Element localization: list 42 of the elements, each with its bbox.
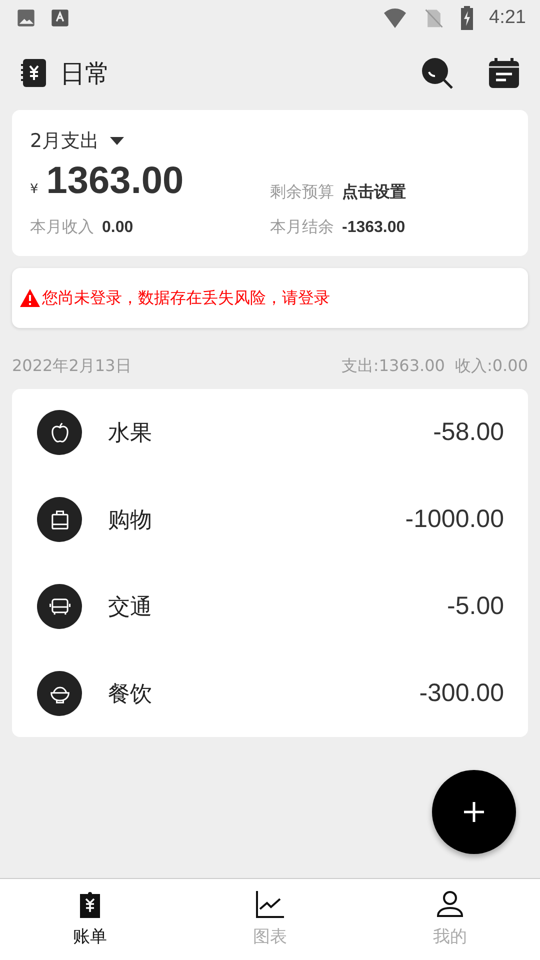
category-name: 交通 xyxy=(108,594,153,622)
status-time: 4:21 xyxy=(489,7,526,29)
entry-amount: -5.00 xyxy=(447,592,504,621)
budget-label: 剩余预算 xyxy=(270,182,334,203)
category-name: 购物 xyxy=(108,506,153,534)
dropdown-caret-icon xyxy=(109,136,126,146)
day-income: 收入:0.00 xyxy=(454,356,528,377)
day-date: 2022年2月13日 xyxy=(12,356,132,377)
entry-amount: -300.00 xyxy=(419,679,504,708)
expense-amount: 1363.00 xyxy=(46,160,184,203)
battery-charging-icon xyxy=(459,5,476,31)
category-name: 餐饮 xyxy=(108,680,153,708)
entry-row[interactable]: 水果 -58.00 xyxy=(12,389,528,476)
page-title: 日常 xyxy=(60,58,111,90)
line-chart-icon xyxy=(255,889,285,919)
currency-symbol: ¥ xyxy=(30,182,38,197)
add-button[interactable] xyxy=(432,770,516,854)
keyboard-icon xyxy=(50,8,70,28)
day-expense: 支出:1363.00 xyxy=(341,356,445,377)
login-warning-text: 您尚未登录，数据存在丢失风险，请登录 xyxy=(42,288,330,308)
income-label: 本月收入 xyxy=(30,217,94,238)
set-budget-link[interactable]: 点击设置 xyxy=(342,182,406,203)
image-icon xyxy=(16,8,36,28)
plus-icon xyxy=(462,800,486,824)
calendar-icon xyxy=(488,57,520,89)
entry-row[interactable]: 餐饮 -300.00 xyxy=(12,650,528,737)
entry-amount: -1000.00 xyxy=(405,505,504,534)
login-warning-card[interactable]: 您尚未登录，数据存在丢失风险，请登录 xyxy=(12,268,528,328)
person-icon xyxy=(435,889,465,919)
entry-amount: -58.00 xyxy=(433,418,504,447)
entry-row[interactable]: 购物 -1000.00 xyxy=(12,476,528,563)
month-selector[interactable]: 2月支出 xyxy=(30,128,510,154)
nav-tab[interactable]: 账单 xyxy=(0,879,180,960)
clipboard-yen-icon xyxy=(77,889,103,919)
balance-value: -1363.00 xyxy=(342,218,406,236)
income-value: 0.00 xyxy=(102,218,134,236)
yen-notebook-icon xyxy=(20,58,48,88)
balance-label: 本月结余 xyxy=(270,217,334,238)
search-icon xyxy=(420,56,454,90)
entry-row[interactable]: 交通 -5.00 xyxy=(12,563,528,650)
warning-icon xyxy=(20,289,40,307)
category-name: 水果 xyxy=(108,420,153,448)
